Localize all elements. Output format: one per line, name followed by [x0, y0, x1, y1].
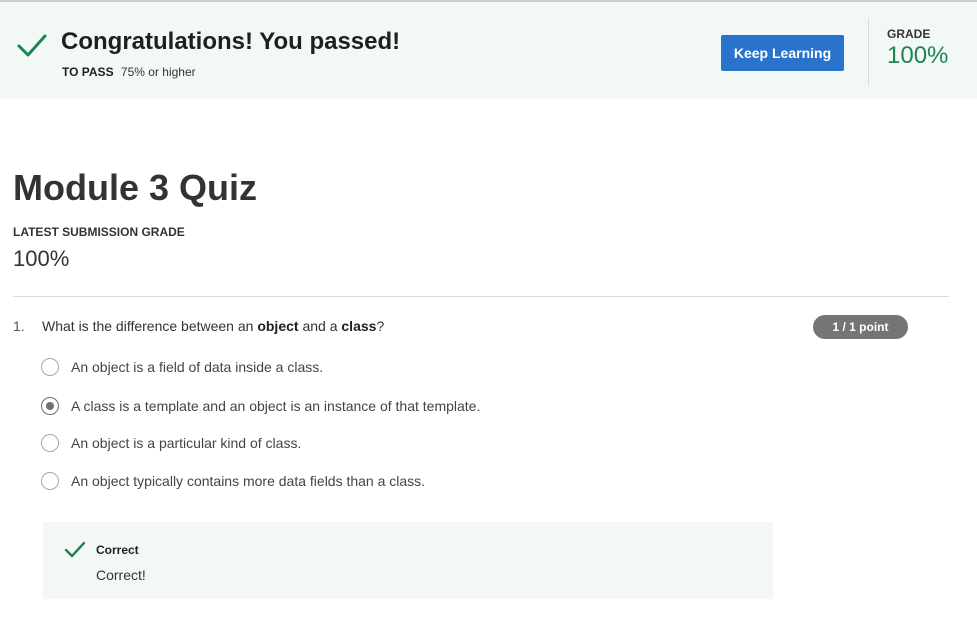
checkmark-icon: [64, 541, 86, 558]
question-keyword-object: object: [257, 318, 299, 334]
answer-option-2[interactable]: A class is a template and an object is a…: [41, 395, 480, 417]
radio-button[interactable]: [41, 434, 59, 452]
answer-option-3[interactable]: An object is a particular kind of class.: [41, 432, 301, 454]
grade-label: GRADE: [887, 27, 931, 41]
radio-button[interactable]: [41, 472, 59, 490]
feedback-box: Correct Correct!: [43, 522, 773, 599]
question-text-part: ?: [376, 318, 385, 334]
to-pass-label: TO PASS: [62, 65, 114, 79]
answer-option-1[interactable]: An object is a field of data inside a cl…: [41, 356, 323, 378]
pass-banner: Congratulations! You passed! TO PASS 75%…: [0, 2, 977, 99]
keep-learning-button[interactable]: Keep Learning: [721, 35, 844, 71]
question-number: 1.: [13, 318, 25, 334]
feedback-title: Correct: [96, 543, 139, 557]
latest-submission-grade: 100%: [13, 246, 70, 271]
banner-title: Congratulations! You passed!: [61, 28, 401, 55]
answer-option-4[interactable]: An object typically contains more data f…: [41, 470, 425, 492]
question-text: What is the difference between an object…: [42, 318, 384, 334]
radio-button[interactable]: [41, 358, 59, 376]
page-title: Module 3 Quiz: [13, 167, 258, 208]
question-keyword-class: class: [341, 318, 377, 334]
answer-option-label: An object is a field of data inside a cl…: [71, 359, 324, 375]
feedback-text: Correct!: [96, 567, 146, 583]
section-divider: [13, 296, 949, 297]
grade-value: 100%: [887, 42, 949, 69]
answer-option-label: A class is a template and an object is a…: [71, 398, 481, 414]
latest-submission-label: LATEST SUBMISSION GRADE: [13, 225, 185, 239]
banner-divider: [868, 18, 869, 86]
to-pass-info: TO PASS 75% or higher: [62, 65, 196, 79]
to-pass-value: 75% or higher: [120, 65, 196, 79]
question-text-part: What is the difference between an: [42, 318, 258, 334]
radio-button-selected[interactable]: [41, 397, 59, 415]
answer-option-label: An object is a particular kind of class.: [71, 435, 302, 451]
checkmark-icon: [17, 34, 47, 57]
question-text-part: and a: [298, 318, 342, 334]
answer-option-label: An object typically contains more data f…: [71, 473, 426, 489]
points-badge: 1 / 1 point: [813, 315, 908, 339]
